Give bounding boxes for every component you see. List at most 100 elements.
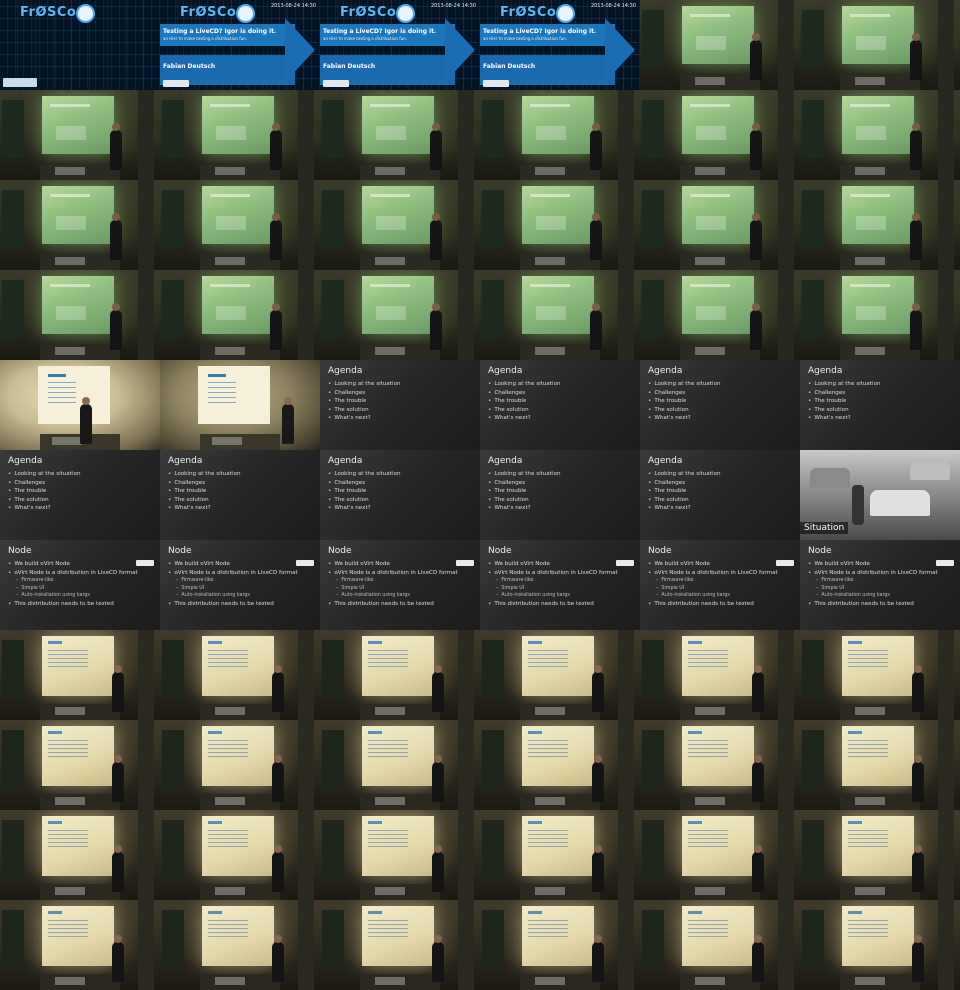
lectern-sign [855,77,885,85]
bullet-item: Looking at the situation [488,470,560,479]
arrow-shape [445,18,475,82]
sub-bullet-item: Firmware-like [808,577,938,585]
lecture-photo-frame [800,630,960,720]
pillar [138,90,154,180]
lectern-sign [855,167,885,175]
lectern-sign [375,887,405,895]
bullet-item: This distribution needs to be tested [328,600,458,609]
door [162,730,184,788]
lecture-photo-frame [0,90,160,180]
projection-screen [42,906,114,966]
agenda-slide-frame: Agenda Looking at the situation Challeng… [160,450,320,540]
pillar [778,0,794,90]
speaker [432,665,444,712]
speaker [432,935,444,982]
title-slide-frame: FrØSCon 2013-08-24 14:30 Testing a LiveC… [320,0,480,90]
speaker [592,845,604,892]
sub-bullet-item: Simple UI [168,585,298,593]
lectern-sign [212,437,242,445]
bullet-item: oVirt Node is a distribution in LiveCD f… [488,569,617,578]
lecture-photo-frame [160,810,320,900]
pillar [298,720,314,810]
lecture-photo-frame [160,720,320,810]
pillar [458,900,474,990]
bullet-item: We build oVirt Node [488,560,618,569]
pillar [938,810,954,900]
lectern-sign [375,977,405,985]
bullet-item: The solution [488,496,561,505]
agenda-slide-frame: Agenda Looking at the situation Challeng… [640,360,800,450]
node-slide-frame: Node We build oVirt Node oVirt Node is a… [320,540,480,630]
pillar [458,270,474,360]
node-slide-frame: Node We build oVirt Node oVirt Node is a… [0,540,160,630]
bullet-item: Looking at the situation [808,380,880,389]
lecture-photo-frame [160,180,320,270]
door [482,190,504,248]
projection-screen [842,186,914,244]
speaker [112,935,124,982]
slide-heading: Node [808,546,832,556]
door [802,280,824,338]
sub-bullet-item: Auto-installation using kargs [648,592,778,600]
projection-screen [842,906,914,966]
slide-date: 2013-08-24 14:30 [430,3,476,9]
pillar [778,900,794,990]
pillar [298,270,314,360]
bullet-list: Looking at the situation Challenges The … [808,380,880,423]
speaker [592,755,604,802]
lectern-sign [535,257,565,265]
bullet-list: Looking at the situation Challenges The … [8,470,80,513]
slide-date: 2013-08-24 14:30 [590,3,636,9]
projection-screen [362,816,434,876]
pillar [938,630,954,720]
pillar [458,180,474,270]
bullet-item: This distribution needs to be tested [8,600,138,609]
bullet-item: What's next? [328,504,401,513]
door [642,10,664,68]
bullet-item: What's next? [648,414,721,423]
speaker [910,213,922,260]
projection-screen [842,726,914,786]
agenda-slide-frame: Agenda Looking at the situation Challeng… [480,450,640,540]
person [852,485,864,525]
projection-screen [362,186,434,244]
lecture-photo-frame [800,900,960,990]
projection-screen [842,636,914,696]
lecture-photo-frame [640,900,800,990]
lectern-sign [535,347,565,355]
bullet-item: This distribution needs to be tested [648,600,778,609]
bullet-item: Looking at the situation [8,470,80,479]
bullet-item: Challenges [648,389,721,398]
projection-screen [522,636,594,696]
projection-screen [42,276,114,334]
lectern-sign [52,437,82,445]
sub-bullet-item: Simple UI [328,585,458,593]
lectern-sign [215,707,245,715]
agenda-slide-frame: Agenda Looking at the situation Challeng… [480,360,640,450]
license-badge-icon [3,78,37,87]
pillar [458,90,474,180]
door [2,640,24,698]
speaker [432,845,444,892]
pillar [458,720,474,810]
lectern-sign [375,797,405,805]
bullet-item: The solution [328,406,401,415]
lecture-photo-frame [640,630,800,720]
sub-bullet-item: Simple UI [488,585,618,593]
bullet-item: The trouble [328,487,401,496]
speaker [910,33,922,80]
lectern-sign [695,347,725,355]
bullet-item: What's next? [488,414,561,423]
slide-label: Situation [800,522,849,534]
talk-author: Fabian Deutsch [323,63,376,70]
speaker [430,123,442,170]
bullet-item: Looking at the situation [328,380,400,389]
talk-title: Testing a LiveCD? Igor is doing it. [163,28,277,35]
pillar [778,90,794,180]
lecture-photo-frame [480,630,640,720]
lecture-photo-frame [320,810,480,900]
lectern-sign [375,167,405,175]
projection-screen [202,186,274,244]
lectern-sign [855,797,885,805]
lectern-sign [215,887,245,895]
